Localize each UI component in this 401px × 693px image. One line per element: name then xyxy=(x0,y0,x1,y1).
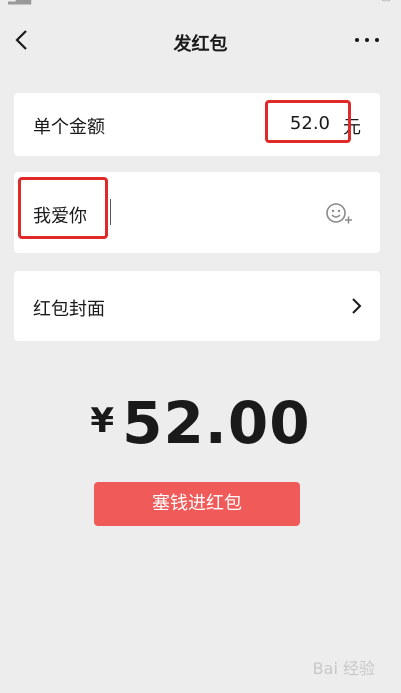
currency-symbol: ¥ xyxy=(90,401,115,441)
watermark: Bai 经验 xyxy=(312,659,375,678)
total-amount: ¥52.00 xyxy=(0,389,401,459)
amount-label: 单个金额 xyxy=(33,117,105,138)
annotation-box-greeting xyxy=(18,177,108,239)
more-button[interactable] xyxy=(355,30,379,50)
emoji-add-icon[interactable] xyxy=(324,200,354,226)
cover-row[interactable]: 红包封面 xyxy=(14,271,380,341)
status-bar: ▂▃▅ ▭ xyxy=(0,0,401,6)
send-red-packet-button[interactable]: 塞钱进红包 xyxy=(94,482,300,526)
total-value: 52.00 xyxy=(122,389,311,457)
text-cursor xyxy=(110,199,111,225)
battery-icon: ▭ xyxy=(382,0,391,5)
annotation-box-amount xyxy=(265,100,351,143)
signal-icon: ▂▃▅ xyxy=(8,0,31,5)
more-horizontal-icon xyxy=(355,38,359,42)
cover-label: 红包封面 xyxy=(33,299,105,320)
navigation-bar: 发红包 xyxy=(0,20,401,64)
page-title: 发红包 xyxy=(173,34,228,55)
chevron-right-icon xyxy=(352,298,362,314)
